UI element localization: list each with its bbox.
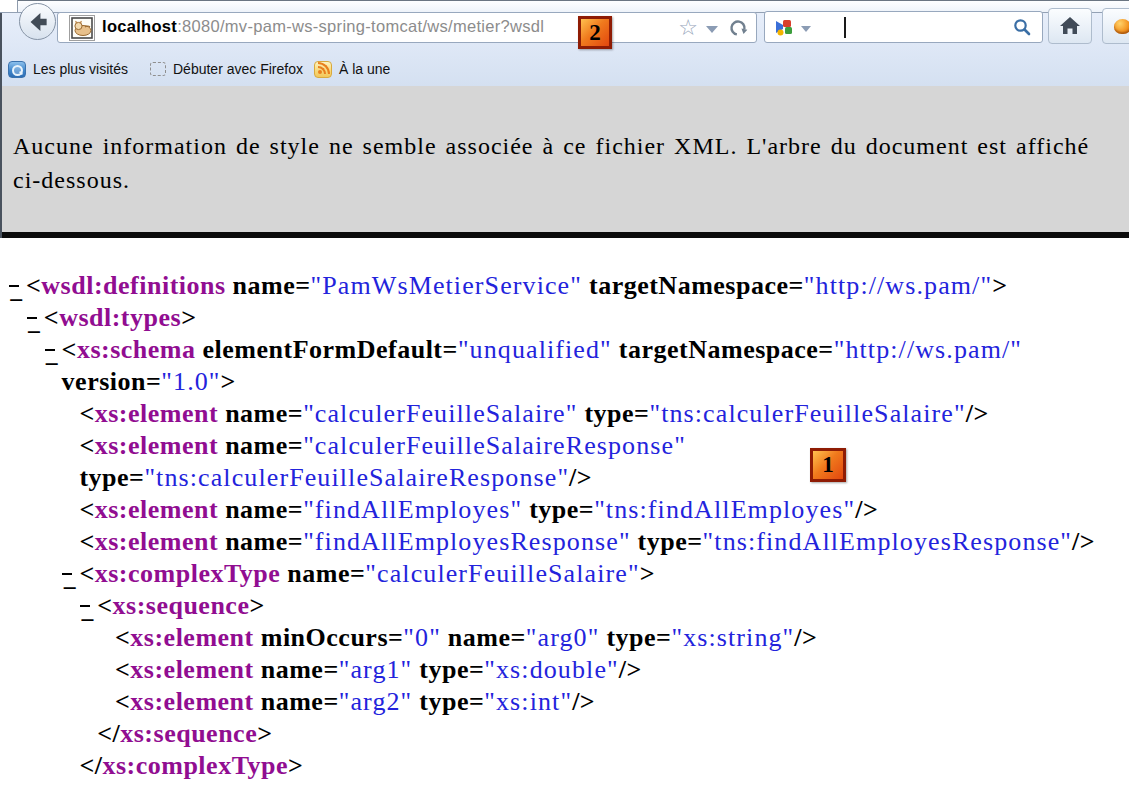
bookmark-label: À la une xyxy=(339,61,390,77)
search-engine-dropdown-icon[interactable] xyxy=(801,26,811,32)
home-icon xyxy=(1059,16,1081,36)
xml-line: −<xs:sequence> xyxy=(0,590,1129,622)
reload-icon[interactable] xyxy=(728,18,748,38)
notice-text: Aucune information de style ne semble as… xyxy=(13,133,1089,193)
xml-line: <xs:element minOccurs="0" name="arg0" ty… xyxy=(0,622,1129,654)
dashed-placeholder-icon xyxy=(150,62,166,76)
back-arrow-icon xyxy=(26,10,50,34)
xml-line: <xs:element name="calculerFeuilleSalaire… xyxy=(0,398,1129,430)
firefox-window: localhost:8080/mv-pam-ws-spring-tomcat/w… xyxy=(0,0,1129,808)
xml-tree: −<wsdl:definitions name="PamWsMetierServ… xyxy=(0,238,1129,782)
xml-line: −<xs:complexType name="calculerFeuilleSa… xyxy=(0,558,1129,590)
xml-line: <xs:element name="findAllEmployes" type=… xyxy=(0,494,1129,526)
collapse-toggle[interactable]: − xyxy=(27,317,37,319)
url-host: localhost xyxy=(102,17,177,35)
xml-line: type="tns:calculerFeuilleSalaireResponse… xyxy=(0,462,1129,494)
xml-line: −<xs:schema elementFormDefault="unqualif… xyxy=(0,334,1129,366)
xml-line: <xs:element name="arg2" type="xs:int"/> xyxy=(0,686,1129,718)
collapse-toggle[interactable]: − xyxy=(80,605,90,607)
xml-line: <xs:element name="findAllEmployesRespons… xyxy=(0,526,1129,558)
url-bar[interactable]: localhost:8080/mv-pam-ws-spring-tomcat/w… xyxy=(57,12,757,43)
most-visited-icon xyxy=(8,61,26,78)
google-engine-icon[interactable] xyxy=(774,17,794,37)
search-bar[interactable] xyxy=(764,11,1043,43)
url-path: :8080/mv-pam-ws-spring-tomcat/ws/metier?… xyxy=(177,17,544,35)
bookmarks-toolbar: Les plus visités Débuter avec Firefox À … xyxy=(0,52,1129,86)
xml-line: <xs:element name="calculerFeuilleSalaire… xyxy=(0,430,1129,462)
firebug-icon xyxy=(1114,19,1129,34)
xml-line: </xs:sequence> xyxy=(0,718,1129,750)
browser-chrome: localhost:8080/mv-pam-ws-spring-tomcat/w… xyxy=(0,0,1129,86)
window-left-border xyxy=(0,13,2,238)
home-button[interactable] xyxy=(1048,8,1092,44)
xml-line: version="1.0"> xyxy=(0,366,1129,398)
annotation-badge-1: 1 xyxy=(810,448,846,482)
tomcat-favicon-icon xyxy=(71,17,93,39)
annotation-badge-2: 2 xyxy=(578,16,612,49)
bookmark-label: Les plus visités xyxy=(33,61,128,77)
text-caret xyxy=(844,17,846,38)
bookmark-getting-started[interactable]: Débuter avec Firefox xyxy=(150,52,303,86)
bookmark-most-visited[interactable]: Les plus visités xyxy=(8,52,128,86)
firebug-button[interactable] xyxy=(1102,8,1129,44)
reload-arrow-icon xyxy=(726,16,749,39)
urlbar-dropdown-icon[interactable] xyxy=(706,26,718,33)
xml-line: <xs:element name="arg1" type="xs:double"… xyxy=(0,654,1129,686)
rss-feed-icon xyxy=(314,61,332,78)
xml-line: −<wsdl:definitions name="PamWsMetierServ… xyxy=(0,270,1129,302)
bookmark-star-icon[interactable]: ☆ xyxy=(678,14,698,42)
search-magnifier-icon[interactable] xyxy=(1012,17,1032,37)
magnifier-icon xyxy=(1012,17,1032,37)
bookmark-latest-headlines[interactable]: À la une xyxy=(314,52,390,86)
xml-style-notice: Aucune information de style ne semble as… xyxy=(0,86,1129,232)
collapse-toggle[interactable]: − xyxy=(45,349,55,351)
url-text[interactable]: localhost:8080/mv-pam-ws-spring-tomcat/w… xyxy=(102,17,544,36)
xml-line: −<wsdl:types> xyxy=(0,302,1129,334)
collapse-toggle[interactable]: − xyxy=(9,285,19,287)
window-corner xyxy=(0,0,18,12)
bookmark-label: Débuter avec Firefox xyxy=(173,61,303,77)
google-logo-icon xyxy=(774,17,794,37)
collapse-toggle[interactable]: − xyxy=(62,573,72,575)
back-button[interactable] xyxy=(19,3,56,40)
xml-line: </xs:complexType> xyxy=(0,750,1129,782)
site-favicon[interactable] xyxy=(69,15,95,41)
